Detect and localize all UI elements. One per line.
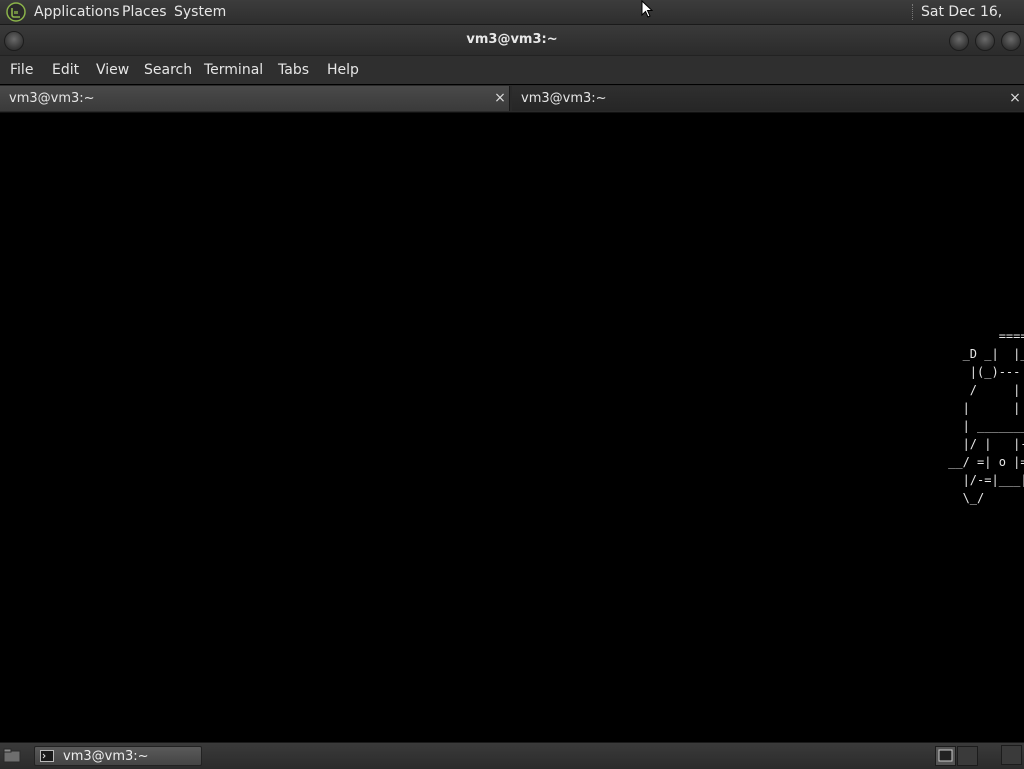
terminal-icon — [40, 750, 54, 762]
window-title: vm3@vm3:~ — [466, 32, 558, 47]
tab-terminal-2[interactable]: vm3@vm3:~ × — [512, 86, 1024, 111]
steam-locomotive-ascii-art: ( ( ==== _D _| |___ |(_)--- | / | | | | … — [948, 329, 1024, 505]
bottom-panel: vm3@vm3:~ — [0, 742, 1024, 769]
menu-help[interactable]: Help — [327, 56, 359, 84]
window-titlebar[interactable]: vm3@vm3:~ — [0, 25, 1024, 56]
workspace-2[interactable] — [957, 746, 978, 766]
menu-terminal[interactable]: Terminal — [204, 56, 263, 84]
menu-applications[interactable]: Applications — [34, 0, 120, 24]
tab-close-icon[interactable]: × — [493, 86, 507, 111]
top-panel: Applications Places System Sat Dec 16, 1… — [0, 0, 1024, 44]
close-window-button[interactable] — [1001, 31, 1021, 51]
tab-close-icon[interactable]: × — [1008, 86, 1022, 111]
panel-separator — [912, 4, 915, 20]
terminal-icon — [938, 749, 953, 762]
menu-system[interactable]: System — [174, 0, 226, 24]
tab-label: vm3@vm3:~ — [9, 91, 95, 106]
minimize-button[interactable] — [949, 31, 969, 51]
workspace-switcher[interactable] — [935, 746, 979, 766]
menu-edit[interactable]: Edit — [52, 56, 79, 84]
mint-logo-icon[interactable] — [6, 2, 26, 22]
maximize-button[interactable] — [975, 31, 995, 51]
menu-view[interactable]: View — [96, 56, 129, 84]
mouse-pointer-icon — [641, 0, 653, 18]
menu-tabs[interactable]: Tabs — [278, 56, 309, 84]
show-desktop-icon[interactable] — [3, 748, 21, 763]
clock[interactable]: Sat Dec 16, 16:14 — [921, 0, 1024, 44]
workspace-3[interactable] — [1001, 745, 1022, 765]
tab-terminal-1[interactable]: vm3@vm3:~ × — [0, 86, 510, 111]
tab-bar: vm3@vm3:~ × vm3@vm3:~ × — [0, 85, 1024, 113]
workspace-1[interactable] — [935, 746, 956, 766]
menubar: File Edit View Search Terminal Tabs Help — [0, 56, 1024, 84]
taskbar-window-label: vm3@vm3:~ — [63, 749, 149, 764]
menu-places[interactable]: Places — [122, 0, 167, 24]
menu-file[interactable]: File — [10, 56, 33, 84]
terminal-view[interactable]: ( ( ==== _D _| |___ |(_)--- | / | | | | … — [0, 113, 1024, 741]
menu-search[interactable]: Search — [144, 56, 192, 84]
tab-label: vm3@vm3:~ — [521, 91, 607, 106]
taskbar-window-button[interactable]: vm3@vm3:~ — [34, 746, 202, 766]
